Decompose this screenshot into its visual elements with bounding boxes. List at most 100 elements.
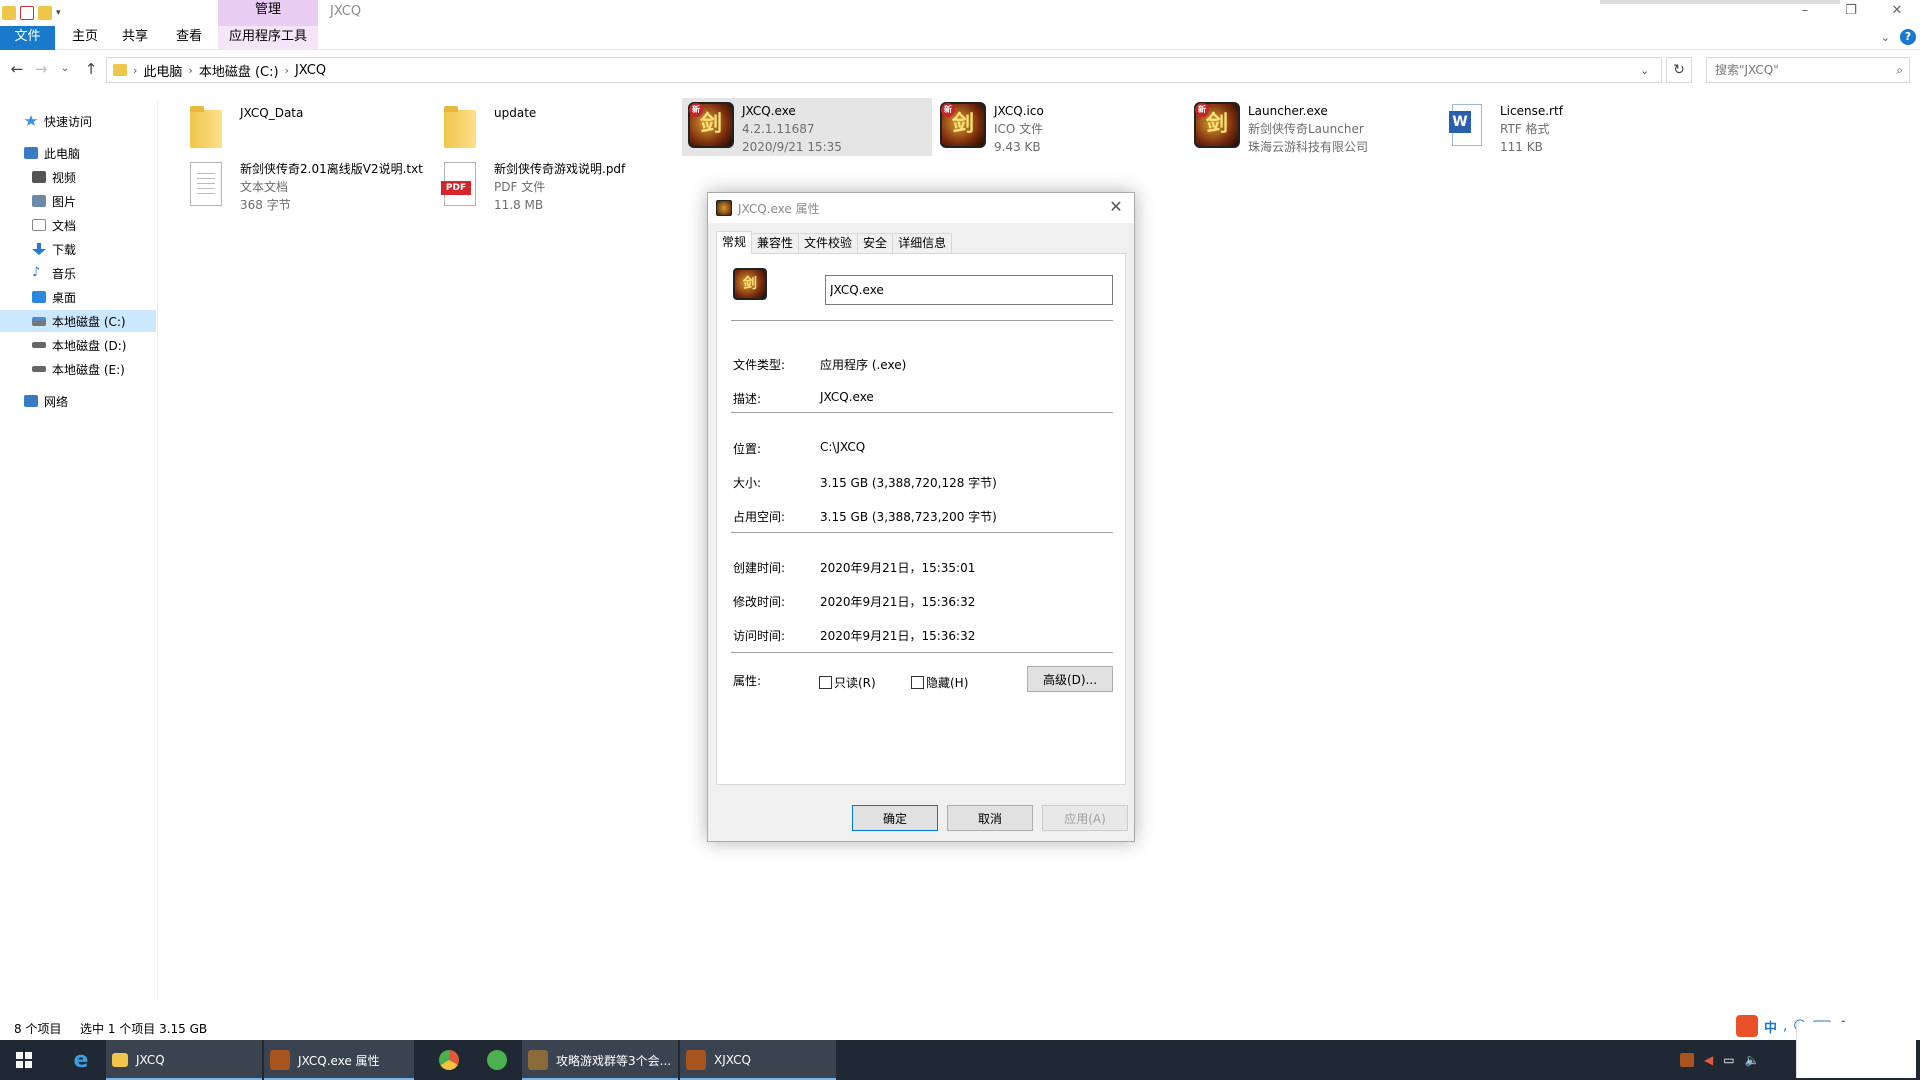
file-detail: 11.8 MB [494, 198, 544, 212]
file-name: update [494, 106, 537, 120]
file-tile[interactable]: update [434, 100, 684, 158]
taskbar-app-green[interactable] [474, 1040, 520, 1080]
file-name: JXCQ.exe [742, 104, 796, 118]
nav-music[interactable]: ♪ 音乐 [0, 262, 156, 284]
start-button[interactable] [0, 1040, 48, 1080]
qat-dropdown-icon[interactable]: ▾ [56, 8, 61, 18]
selection-info: 选中 1 个项目 3.15 GB [80, 1022, 208, 1036]
nav-desktop[interactable]: 桌面 [0, 286, 156, 308]
game-tray-icon[interactable] [1680, 1053, 1694, 1067]
dialog-title-bar[interactable]: JXCQ.exe 属性 ✕ [708, 193, 1134, 223]
tab-app-tools[interactable]: 应用程序工具 [218, 26, 318, 50]
tab-view[interactable]: 查看 [162, 26, 216, 50]
tab-file[interactable]: 文件 [0, 26, 55, 50]
apply-button[interactable]: 应用(A) [1042, 805, 1128, 831]
tab-file-hash[interactable]: 文件校验 [798, 233, 859, 253]
file-tile[interactable]: 新剑 Launcher.exe 新剑侠传奇Launcher 珠海云游科技有限公司 [1188, 98, 1438, 156]
refresh-button[interactable]: ↻ [1666, 57, 1692, 83]
nav-local-disk-c[interactable]: 本地磁盘 (C:) [0, 310, 156, 332]
nav-label: 文档 [52, 218, 77, 233]
nav-downloads[interactable]: 下载 [0, 238, 156, 260]
taskbar-xjxcq[interactable]: XJXCQ [680, 1040, 836, 1080]
breadcrumb-local-disk-c[interactable]: 本地磁盘 (C:) [199, 61, 279, 80]
taskbar-chat[interactable]: 攻略游戏群等3个会... [522, 1040, 678, 1080]
advanced-button[interactable]: 高级(D)... [1027, 666, 1113, 692]
help-icon[interactable]: ? [1900, 29, 1916, 45]
ime-mode-label[interactable]: 中 [1764, 1017, 1777, 1036]
checkbox-square[interactable] [819, 676, 832, 689]
pdf-icon: PDF [438, 160, 488, 210]
close-button[interactable]: ✕ [1874, 0, 1920, 26]
ok-button[interactable]: 确定 [852, 805, 938, 831]
file-detail: 9.43 KB [994, 140, 1041, 154]
expand-ribbon-icon[interactable]: ⌄ [1881, 31, 1890, 44]
star-icon [24, 115, 38, 126]
address-row: ← → ⌄ ↑ › 此电脑 › 本地磁盘 (C:) › JXCQ ⌄ ↻ ⌕ [0, 53, 1920, 87]
taskbar-ie[interactable]: e [58, 1040, 104, 1080]
restore-button[interactable]: ❐ [1828, 0, 1874, 26]
system-tray: ◀ ▭ 🔈 [1680, 1040, 1760, 1080]
tab-home[interactable]: 主页 [58, 26, 112, 50]
chevron-right-icon[interactable]: › [285, 64, 289, 77]
cancel-button[interactable]: 取消 [947, 805, 1033, 831]
breadcrumb-this-pc[interactable]: 此电脑 [143, 61, 182, 80]
file-detail: ICO 文件 [994, 122, 1044, 136]
nav-quick-access[interactable]: 快速访问 [0, 110, 156, 132]
minimize-button[interactable]: – [1782, 0, 1828, 26]
tab-details[interactable]: 详细信息 [892, 233, 953, 253]
nav-local-disk-d[interactable]: 本地磁盘 (D:) [0, 334, 156, 356]
file-name-field[interactable] [825, 275, 1113, 305]
tab-compatibility[interactable]: 兼容性 [751, 233, 800, 253]
file-detail: 文本文档 [240, 180, 289, 194]
recent-locations-icon[interactable]: ⌄ [54, 59, 76, 81]
taskbar-browser[interactable] [426, 1040, 472, 1080]
volume-icon[interactable]: 🔈 [1745, 1053, 1760, 1067]
search-input[interactable] [1707, 58, 1877, 82]
ribbon-right-controls: ⌄ ? [1881, 29, 1916, 45]
up-arrow-icon[interactable]: ↑ [80, 59, 102, 81]
nav-pictures[interactable]: 图片 [0, 190, 156, 212]
tab-security[interactable]: 安全 [857, 233, 894, 253]
nav-label: 图片 [52, 194, 77, 209]
nav-this-pc[interactable]: 此电脑 [0, 142, 156, 164]
file-detail: 111 KB [1500, 140, 1543, 154]
close-icon[interactable]: ✕ [1106, 197, 1126, 217]
tab-share[interactable]: 共享 [108, 26, 162, 50]
punctuation-icon[interactable]: , [1783, 1019, 1787, 1034]
file-type-value: 应用程序 (.exe) [820, 358, 907, 372]
nav-documents[interactable]: 文档 [0, 214, 156, 236]
search-icon[interactable]: ⌕ [1896, 63, 1903, 78]
nav-local-disk-e[interactable]: 本地磁盘 (E:) [0, 358, 156, 380]
tab-general[interactable]: 常规 [716, 231, 753, 254]
file-tile-selected[interactable]: 新剑 JXCQ.exe 4.2.1.11687 2020/9/21 15:35 [682, 98, 932, 156]
hidden-checkbox[interactable]: 隐藏(H) [911, 674, 968, 691]
properties-check-icon[interactable] [20, 6, 34, 20]
address-dropdown-icon[interactable]: ⌄ [1640, 64, 1649, 77]
nav-network[interactable]: 网络 [0, 390, 156, 412]
file-tile[interactable]: 新剑侠传奇2.01离线版V2说明.txt 文本文档 368 字节 [180, 156, 430, 214]
game-icon: 新剑 [686, 102, 736, 152]
nav-label: 快速访问 [44, 114, 93, 129]
address-bar[interactable]: › 此电脑 › 本地磁盘 (C:) › JXCQ [106, 57, 1662, 83]
file-tile[interactable]: 新剑 JXCQ.ico ICO 文件 9.43 KB [934, 98, 1184, 156]
back-arrow-icon[interactable]: ← [6, 59, 28, 81]
flag-icon[interactable]: ◀ [1704, 1053, 1713, 1067]
taskbar-properties[interactable]: JXCQ.exe 属性 [264, 1040, 414, 1080]
folder-small-icon[interactable] [2, 6, 16, 20]
manage-context-header[interactable]: 管理 [218, 0, 318, 26]
breadcrumb-jxcq[interactable]: JXCQ [295, 63, 326, 78]
checkbox-square[interactable] [911, 676, 924, 689]
file-tile[interactable]: W License.rtf RTF 格式 111 KB [1440, 98, 1690, 156]
prop-label: 文件类型: [733, 358, 786, 372]
nav-videos[interactable]: 视频 [0, 166, 156, 188]
chevron-right-icon[interactable]: › [133, 64, 137, 77]
taskbar-explorer[interactable]: JXCQ [106, 1040, 262, 1080]
network-icon[interactable]: ▭ [1723, 1053, 1734, 1067]
file-tile[interactable]: JXCQ_Data [180, 100, 430, 158]
file-tile[interactable]: PDF 新剑侠传奇游戏说明.pdf PDF 文件 11.8 MB [434, 156, 684, 214]
sogou-icon[interactable] [1736, 1015, 1758, 1037]
chevron-right-icon[interactable]: › [188, 64, 192, 77]
readonly-checkbox[interactable]: 只读(R) [819, 674, 876, 691]
new-folder-icon[interactable] [38, 6, 52, 20]
forward-arrow-icon[interactable]: → [30, 59, 52, 81]
